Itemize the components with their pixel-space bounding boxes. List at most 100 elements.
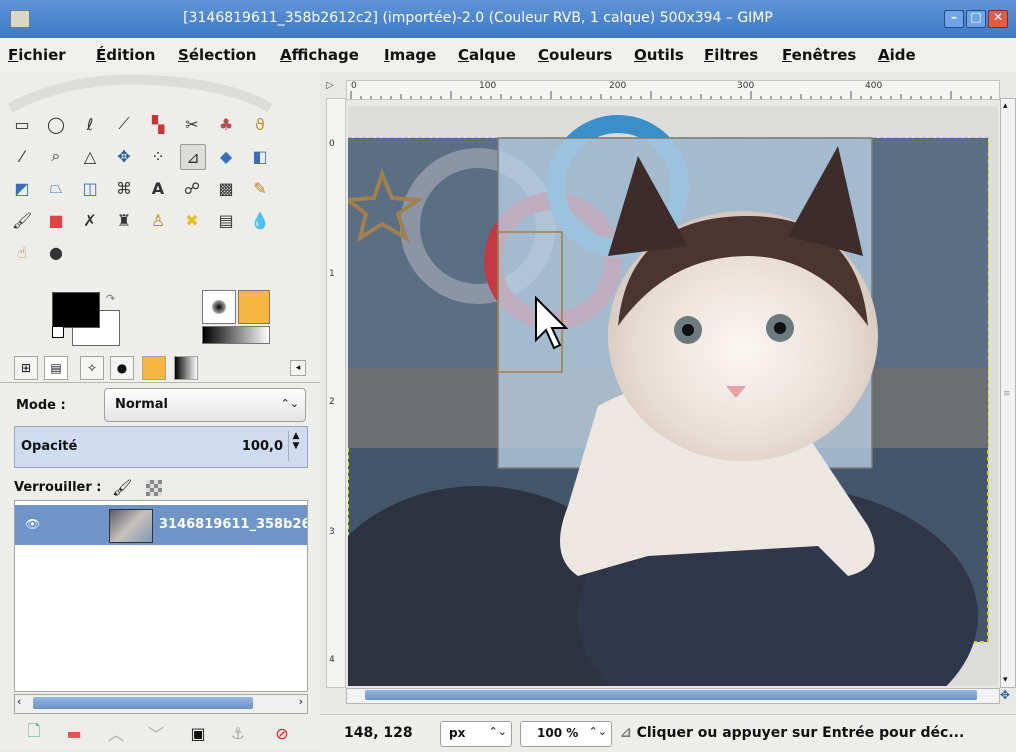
pattern-selector[interactable] [238, 290, 270, 324]
vertical-ruler[interactable]: 0 1 2 3 4 [326, 98, 346, 688]
lock-pixels-icon[interactable]: 🖌 [112, 478, 132, 497]
mode-select[interactable]: Normal ⌃⌄ [104, 388, 306, 422]
anchor-icon[interactable]: ⚓ [226, 722, 250, 744]
scroll-left-icon[interactable]: ‹ [17, 695, 21, 708]
tab-gradients[interactable] [174, 356, 198, 380]
paintbrush-icon[interactable]: 🖌 [10, 208, 34, 232]
opacity-spinner[interactable]: ▲ ▼ [288, 431, 303, 461]
paths-icon[interactable]: ϑ [248, 112, 272, 136]
menu-fenetres[interactable]: Fenêtres [782, 46, 856, 64]
ruler-tick-label: 300 [737, 81, 755, 91]
scroll-down-icon[interactable]: ▾ [1003, 675, 1008, 685]
eraser-icon[interactable]: ■ [44, 208, 68, 232]
opacity-slider[interactable]: Opacité 100,0 ▲ ▼ [14, 426, 308, 468]
swap-colors-icon[interactable]: ↷ [106, 292, 115, 305]
minimize-button[interactable]: – [944, 10, 964, 28]
airbrush-icon[interactable]: ✗ [78, 208, 102, 232]
color-picker-icon[interactable]: ⁄ [10, 144, 34, 168]
canvas-vscrollbar[interactable]: ▴ ≡ ▾ [1000, 98, 1016, 688]
menu-image[interactable]: Image [384, 46, 436, 64]
visibility-eye-icon[interactable]: 👁 [25, 517, 40, 531]
pencil-icon[interactable]: ✎ [248, 176, 272, 200]
reset-colors-icon[interactable] [52, 326, 64, 338]
raise-layer-icon[interactable]: ︿ [104, 722, 128, 744]
close-button[interactable]: ✕ [988, 10, 1008, 28]
image-canvas[interactable] [308, 106, 998, 752]
maximize-button[interactable]: □ [966, 10, 986, 28]
align-icon[interactable]: ⁘ [146, 144, 170, 168]
menu-affichage[interactable]: Affichage [280, 46, 359, 64]
smudge-icon[interactable]: ☝ [10, 240, 34, 264]
text-icon[interactable]: A [146, 176, 170, 200]
shear-icon[interactable]: ◩ [10, 176, 34, 200]
foreground-select-icon[interactable]: ♣ [214, 112, 238, 136]
tab-paths[interactable]: ✧ [80, 356, 104, 380]
measure-icon[interactable]: △ [78, 144, 102, 168]
ink-icon[interactable]: ♜ [112, 208, 136, 232]
flip-icon[interactable]: ◫ [78, 176, 102, 200]
dodge-icon[interactable]: ● [44, 240, 68, 264]
lock-label: Verrouiller : [14, 480, 102, 495]
scroll-right-icon[interactable]: › [299, 695, 303, 708]
menu-filtres[interactable]: Filtres [704, 46, 758, 64]
menu-outils[interactable]: Outils [634, 46, 684, 64]
perspective-clone-icon[interactable]: ▤ [214, 208, 238, 232]
bucket-fill-icon[interactable]: ☍ [180, 176, 204, 200]
ellipse-select-icon[interactable]: ◯ [44, 112, 68, 136]
canvas-viewport[interactable] [308, 106, 998, 752]
scale-icon[interactable]: ◧ [248, 144, 272, 168]
crop-tool-icon: ⊿ [620, 725, 637, 741]
duplicate-layer-icon[interactable]: ▣ [186, 722, 210, 744]
configure-tab-icon[interactable]: ◂ [290, 360, 306, 376]
tab-patterns[interactable] [142, 356, 166, 380]
window-titlebar: [3146819611_358b2612c2] (importée)-2.0 (… [0, 0, 1016, 38]
menu-couleurs[interactable]: Couleurs [538, 46, 612, 64]
fuzzy-select-icon[interactable]: ⟋ [112, 112, 136, 136]
cage-icon[interactable]: ⌘ [112, 176, 136, 200]
menu-fichier[interactable]: Fichier [8, 46, 66, 64]
scroll-thumb[interactable] [365, 690, 977, 700]
navigate-icon[interactable]: ✥ [1000, 688, 1010, 702]
layers-hscrollbar[interactable]: ‹ › [14, 694, 308, 714]
horizontal-ruler[interactable]: 0 100 200 300 400 [346, 80, 1000, 100]
menu-aide[interactable]: Aide [878, 46, 916, 64]
blur-icon[interactable]: 💧 [248, 208, 272, 232]
heal-icon[interactable]: ✖ [180, 208, 204, 232]
quickmask-menu-icon[interactable]: ▷ [326, 80, 342, 96]
unit-select[interactable]: px ⌃⌄ [440, 721, 512, 747]
blend-icon[interactable]: ▩ [214, 176, 238, 200]
zoom-icon[interactable]: ⌕ [44, 144, 68, 168]
rect-select-icon[interactable]: ▭ [10, 112, 34, 136]
delete-layer-icon[interactable]: ⊘ [270, 722, 294, 744]
scroll-thumb-grip[interactable]: ≡ [1003, 389, 1011, 399]
color-select-icon[interactable]: ▚ [146, 112, 170, 136]
menu-calque[interactable]: Calque [458, 46, 516, 64]
foreground-color-swatch[interactable] [52, 292, 100, 328]
perspective-icon[interactable]: ⏢ [44, 176, 68, 200]
scroll-up-icon[interactable]: ▴ [1003, 101, 1008, 111]
free-select-icon[interactable]: ℓ [78, 112, 102, 136]
menu-selection[interactable]: Sélection [178, 46, 257, 64]
layer-row[interactable]: 👁 3146819611_358b26 [15, 505, 307, 545]
new-layer-icon[interactable]: 🗋 [22, 721, 46, 744]
gradient-selector[interactable] [202, 326, 270, 344]
crop-icon[interactable]: ⊿ [180, 144, 206, 170]
lower-layer-icon[interactable]: ﹀ [144, 722, 168, 744]
rotate-icon[interactable]: ◆ [214, 144, 238, 168]
gimp-app-icon[interactable] [10, 10, 30, 28]
new-group-icon[interactable]: ▬ [62, 722, 86, 744]
tab-tool-options[interactable]: ⊞ [14, 356, 38, 380]
clone-icon[interactable]: ♙ [146, 208, 170, 232]
zoom-select[interactable]: 100 % ⌃⌄ [520, 721, 612, 747]
lock-alpha-icon[interactable] [146, 480, 162, 496]
brush-selector[interactable] [202, 290, 236, 324]
wilber-logo [7, 74, 273, 113]
canvas-hscrollbar[interactable] [346, 688, 1000, 704]
dock-tabs: ⊞ ▤ ✧ ● ◂ [0, 350, 320, 383]
tab-brushes[interactable]: ● [110, 356, 134, 380]
menu-edition[interactable]: Édition [96, 46, 155, 64]
tab-layers[interactable]: ▤ [44, 356, 68, 380]
scissors-icon[interactable]: ✂ [180, 112, 204, 136]
scroll-thumb[interactable] [33, 697, 253, 709]
move-icon[interactable]: ✥ [112, 144, 136, 168]
